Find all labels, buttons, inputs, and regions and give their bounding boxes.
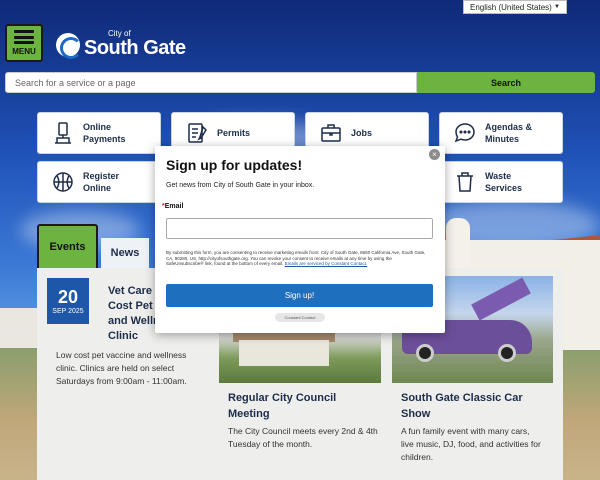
modal-subtitle: Get news from City of South Gate in your…: [166, 182, 315, 189]
event-title[interactable]: South Gate Classic Car Show: [401, 390, 541, 422]
quick-link-label: Permits: [217, 128, 251, 138]
quick-link-label: Online: [83, 183, 112, 193]
event-title[interactable]: Regular City Council Meeting: [228, 390, 368, 422]
menu-button[interactable]: MENU: [5, 24, 43, 62]
constant-contact-link[interactable]: Emails are serviced by Constant Contact.: [285, 261, 368, 266]
email-label-text: Email: [164, 203, 184, 210]
search-button[interactable]: Search: [417, 72, 595, 93]
event-description: Low cost pet vaccine and wellness clinic…: [56, 350, 187, 386]
quick-link-waste-services[interactable]: Waste Services: [439, 161, 563, 203]
language-select-value: English (United States): [470, 2, 552, 12]
caret-down-icon: ▼: [554, 4, 560, 10]
city-emblem-icon: [56, 32, 82, 59]
signup-button[interactable]: Sign up!: [166, 284, 433, 307]
trash-can-icon: [452, 169, 478, 195]
event-month: SEP 2025: [52, 307, 84, 315]
quick-link-label: Payments: [83, 134, 126, 144]
email-field[interactable]: [166, 218, 433, 239]
quick-link-label: Jobs: [351, 128, 373, 138]
checklist-icon: [184, 120, 210, 146]
logo-name-text: South Gate: [84, 37, 186, 59]
close-icon[interactable]: ×: [429, 149, 440, 160]
language-select[interactable]: English (United States) ▼: [463, 0, 567, 14]
quick-link-label: Services: [485, 183, 523, 193]
quick-link-label: Waste: [485, 171, 512, 181]
search-bar: Search: [5, 72, 595, 93]
briefcase-icon: [318, 120, 344, 146]
event-date-badge: 20 SEP 2025: [47, 278, 89, 324]
tab-news[interactable]: News: [101, 238, 149, 268]
basketball-icon: [50, 169, 76, 195]
event-day: 20: [57, 286, 79, 307]
legal-notice: By submitting this form, you are consent…: [166, 250, 428, 267]
payment-kiosk-icon: [50, 120, 76, 146]
quick-link-agendas-minutes[interactable]: Agendas & Minutes: [439, 112, 563, 154]
quick-link-label: Online: [83, 122, 112, 132]
chat-bubble-icon: [452, 120, 478, 146]
modal-title: Sign up for updates!: [166, 157, 303, 173]
menu-label: MENU: [12, 47, 36, 56]
email-label: *Email: [162, 203, 183, 210]
tab-events[interactable]: Events: [37, 224, 98, 268]
quick-link-register-online[interactable]: Register Online: [37, 161, 161, 203]
event-description: The City Council meets every 2nd & 4th T…: [228, 426, 378, 449]
quick-link-label: Minutes: [485, 134, 520, 144]
quick-link-label: Agendas &: [485, 122, 533, 132]
hamburger-icon: [14, 30, 34, 44]
event-description: A fun family event with many cars, live …: [401, 426, 541, 462]
site-logo[interactable]: City of South Gate: [56, 30, 186, 59]
quick-link-online-payments[interactable]: Online Payments: [37, 112, 161, 154]
quick-link-label: Register: [83, 171, 120, 181]
search-input[interactable]: [5, 72, 417, 93]
signup-modal: × Sign up for updates! Get news from Cit…: [155, 146, 445, 333]
constant-contact-badge[interactable]: Constant Contact: [275, 313, 325, 322]
